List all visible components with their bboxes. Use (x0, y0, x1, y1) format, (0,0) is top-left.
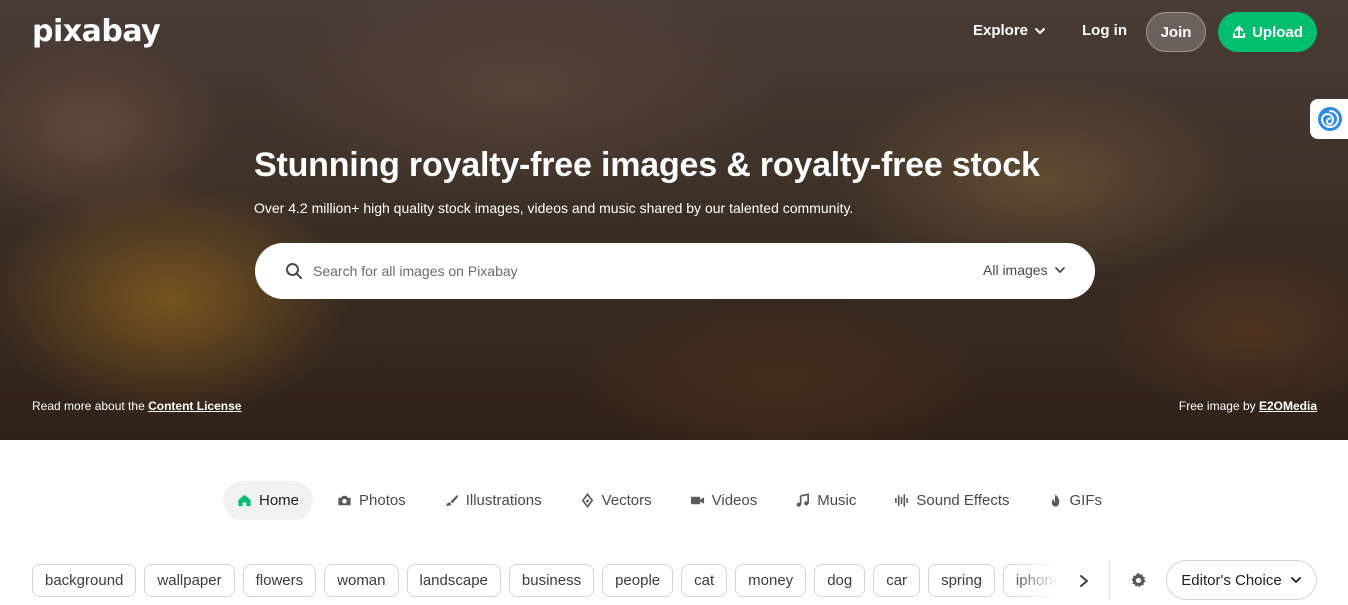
toolbar-divider (1109, 560, 1110, 600)
video-camera-icon (690, 496, 704, 505)
explore-label: Explore (973, 22, 1029, 39)
flame-icon (1051, 494, 1059, 507)
editors-choice-label: Editor's Choice (1181, 571, 1282, 589)
sound-wave-icon (895, 494, 909, 507)
login-link[interactable]: Log in (1082, 22, 1127, 39)
editors-choice-dropdown[interactable]: Editor's Choice (1166, 560, 1317, 600)
tag-chip[interactable]: people (602, 564, 674, 597)
browser-extension-badge[interactable] (1310, 99, 1348, 139)
license-note: Read more about the Content License (32, 399, 241, 413)
tag-chip[interactable]: woman (324, 564, 399, 597)
tag-chip[interactable]: landscape (406, 564, 501, 597)
search-type-dropdown[interactable]: All images (983, 262, 1066, 278)
brush-icon (446, 494, 458, 507)
tag-chip[interactable]: wallpaper (144, 564, 235, 597)
author-link[interactable]: E2OMedia (1259, 399, 1317, 413)
join-button[interactable]: Join (1146, 12, 1206, 52)
tab-gifs[interactable]: GIFs (1034, 481, 1117, 520)
home-icon (238, 494, 251, 507)
tab-label: Music (817, 492, 857, 509)
tab-label: Sound Effects (916, 492, 1010, 509)
trending-tags: background wallpaper flowers woman lands… (32, 564, 1056, 597)
tab-vectors[interactable]: Vectors (566, 481, 666, 520)
tab-sound-effects[interactable]: Sound Effects (880, 481, 1023, 520)
tag-chip[interactable]: flowers (242, 564, 317, 597)
tag-chip[interactable]: spring (928, 564, 995, 597)
top-navigation: pixabay Explore Log in Join Upload (0, 0, 1348, 64)
tab-music[interactable]: Music (781, 481, 870, 520)
tag-chip[interactable]: cat (681, 564, 728, 597)
tab-label: Illustrations (465, 492, 542, 509)
search-icon[interactable] (285, 262, 303, 280)
chevron-down-icon (1054, 267, 1065, 274)
search-bar: All images (255, 243, 1095, 299)
tab-label: Home (259, 492, 300, 509)
tag-chip[interactable]: money (735, 564, 807, 597)
search-type-label: All images (983, 262, 1048, 278)
swirl-icon (1318, 107, 1342, 131)
explore-menu[interactable]: Explore (973, 22, 1046, 39)
hero-title: Stunning royalty-free images & royalty-f… (254, 146, 1040, 184)
chevron-down-icon (1290, 577, 1301, 584)
chevron-right-icon (1080, 575, 1088, 587)
upload-icon (1233, 26, 1246, 38)
hero-subtitle: Over 4.2 million+ high quality stock ima… (254, 200, 854, 216)
tab-illustrations[interactable]: Illustrations (430, 481, 556, 520)
credit-prefix: Free image by (1178, 399, 1259, 413)
tab-label: GIFs (1069, 492, 1103, 509)
tags-scroll-right-button[interactable] (1072, 570, 1096, 592)
pen-nib-icon (581, 493, 593, 508)
hero-background (0, 0, 1348, 440)
license-prefix: Read more about the (32, 399, 149, 413)
tab-label: Photos (359, 492, 406, 509)
upload-label: Upload (1252, 23, 1303, 41)
settings-button[interactable] (1128, 570, 1148, 590)
tab-label: Videos (711, 492, 758, 509)
tab-photos[interactable]: Photos (323, 481, 420, 520)
tab-label: Vectors (601, 492, 652, 509)
search-input[interactable] (313, 243, 973, 299)
pixabay-logo[interactable]: pixabay (32, 14, 161, 49)
chevron-down-icon (1035, 27, 1046, 34)
music-note-icon (796, 493, 810, 507)
tag-chip[interactable]: dog (814, 564, 866, 597)
tags-fade-overlay (1010, 560, 1060, 600)
tab-videos[interactable]: Videos (676, 481, 772, 520)
gear-icon (1130, 572, 1146, 587)
tag-chip[interactable]: car (873, 564, 921, 597)
content-license-link[interactable]: Content License (148, 399, 241, 413)
tag-chip[interactable]: background (32, 564, 137, 597)
image-credit: Free image by E2OMedia (1179, 399, 1317, 413)
upload-button[interactable]: Upload (1218, 12, 1317, 52)
tab-home[interactable]: Home (223, 481, 314, 520)
camera-icon (338, 495, 351, 506)
media-type-tabs: Home Photos Illustrations Vectors Videos… (223, 481, 1126, 520)
tag-chip[interactable]: business (508, 564, 595, 597)
